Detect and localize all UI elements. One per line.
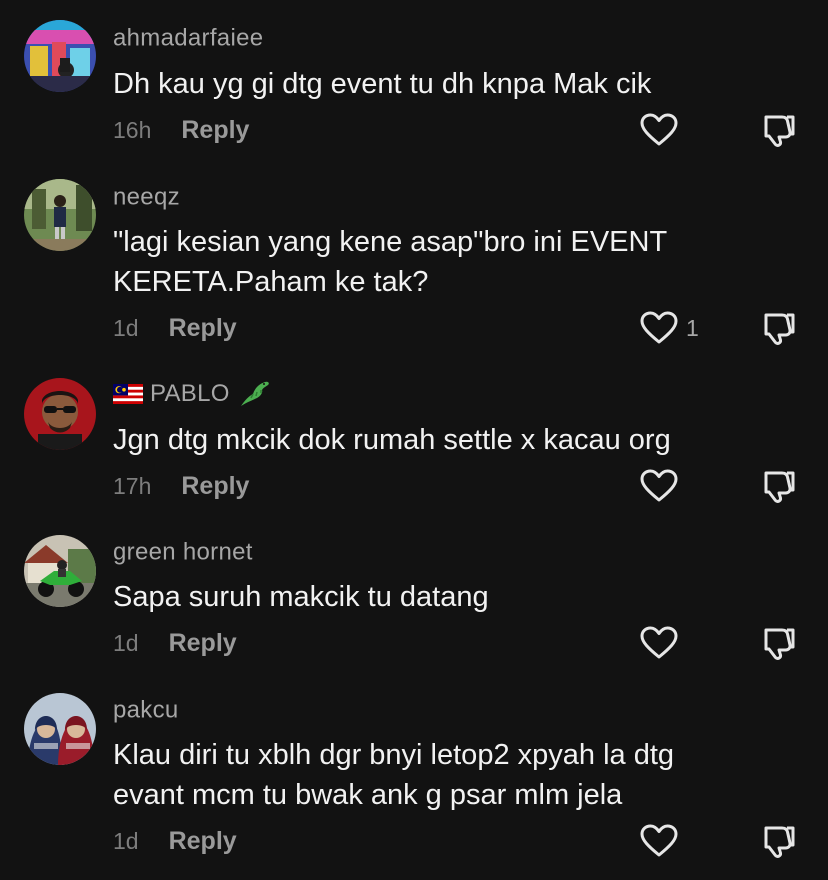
crocodile-icon [240, 381, 269, 406]
comment-time: 1d [113, 827, 139, 854]
dislike-button[interactable] [760, 113, 796, 147]
username-text[interactable]: neeqz [113, 184, 180, 211]
like-count: 1 [686, 314, 699, 341]
comment-time: 16h [113, 116, 152, 143]
heart-outline-icon [640, 626, 678, 659]
thumbs-down-icon [764, 826, 795, 858]
dislike-button[interactable] [760, 469, 796, 503]
comment-time: 1d [113, 629, 139, 656]
avatar[interactable] [24, 693, 96, 765]
comment-meta: 1d Reply [113, 626, 237, 660]
comment-username[interactable]: green hornet [113, 538, 253, 567]
avatar[interactable] [24, 535, 96, 607]
comment-text: Dh kau yg gi dtg event tu dh knpa Mak ci… [113, 68, 652, 100]
like-button[interactable] [640, 824, 686, 858]
avatar-image [24, 378, 96, 450]
avatar-image [24, 20, 96, 92]
thumbs-down-icon [764, 628, 795, 660]
dislike-button[interactable] [760, 824, 796, 858]
heart-outline-icon [640, 824, 678, 857]
username-text[interactable]: green hornet [113, 539, 253, 566]
avatar-image [24, 535, 96, 607]
username-text[interactable]: pakcu [113, 697, 179, 724]
comment-username[interactable]: pakcu [113, 696, 179, 725]
username-text[interactable]: PABLO [150, 380, 230, 407]
like-button[interactable] [640, 469, 686, 503]
heart-outline-icon [640, 311, 678, 344]
thumbs-down-icon [764, 313, 795, 345]
like-button[interactable] [640, 626, 686, 660]
avatar[interactable] [24, 179, 96, 251]
malaysia-flag-icon [113, 384, 143, 404]
username-text[interactable]: ahmadarfaiee [113, 25, 263, 52]
reply-button[interactable]: Reply [169, 629, 237, 658]
comment-meta: 16h Reply [113, 113, 249, 147]
heart-outline-icon [640, 113, 678, 146]
avatar-image [24, 179, 96, 251]
heart-outline-icon [640, 469, 678, 502]
like-button[interactable] [640, 113, 686, 147]
comment-meta: 1d Reply [113, 311, 237, 345]
comment-text: "lagi kesian yang kene asap"bro ini EVEN… [113, 226, 667, 298]
comment-username[interactable]: PABLO [113, 378, 271, 410]
comment-text: Sapa suruh makcik tu datang [113, 581, 489, 613]
comment-text: Klau diri tu xblh dgr bnyi letop2 xpyah … [113, 739, 675, 811]
reply-button[interactable]: Reply [181, 472, 249, 501]
comment-meta: 1d Reply [113, 824, 237, 858]
comment-time: 17h [113, 472, 152, 499]
avatar[interactable] [24, 378, 96, 450]
avatar[interactable] [24, 20, 96, 92]
like-button[interactable]: 1 [640, 311, 699, 345]
reply-button[interactable]: Reply [169, 827, 237, 856]
comment-username[interactable]: ahmadarfaiee [113, 24, 263, 53]
reply-button[interactable]: Reply [181, 116, 249, 145]
dislike-button[interactable] [760, 626, 796, 660]
avatar-image [24, 693, 96, 765]
dislike-button[interactable] [760, 311, 796, 345]
comment-time: 1d [113, 314, 139, 341]
thumbs-down-icon [764, 115, 795, 147]
thumbs-down-icon [764, 471, 795, 503]
comment-username[interactable]: neeqz [113, 183, 180, 212]
comment-meta: 17h Reply [113, 469, 249, 503]
reply-button[interactable]: Reply [169, 314, 237, 343]
comment-text: Jgn dtg mkcik dok rumah settle x kacau o… [113, 424, 671, 456]
